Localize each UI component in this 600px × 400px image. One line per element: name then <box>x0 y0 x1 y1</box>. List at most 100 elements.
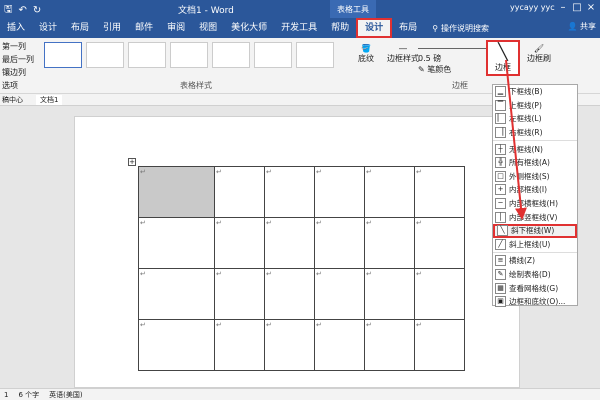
border-styles-icon: ― <box>399 44 407 53</box>
menu-item-all-borders[interactable]: ╬ 所有框线(A) <box>493 156 577 170</box>
table-cell[interactable]: ↵ <box>264 166 315 218</box>
menu-item-label: 内部框线(I) <box>509 185 548 195</box>
table-cell[interactable]: ↵ <box>414 268 465 320</box>
menu-item-inside-horizontal[interactable]: ─ 内部横框线(H) <box>493 197 577 211</box>
tab-insert[interactable]: 插入 <box>0 18 32 38</box>
table-cell[interactable]: ↵ <box>138 268 215 320</box>
table-style-thumb[interactable] <box>254 42 292 68</box>
menu-item-diagonal-down[interactable]: ╲ 斜下框线(W) <box>493 223 577 238</box>
banded-columns-option[interactable]: 镶边列 <box>2 66 34 79</box>
tab-table-layout[interactable]: 布局 <box>392 18 424 38</box>
options-group-label: 选项 <box>2 81 18 90</box>
share-button[interactable]: 👤 共享 <box>567 21 596 32</box>
borders-button[interactable]: ╲ 边框 <box>486 40 520 76</box>
tab-developer[interactable]: 开发工具 <box>274 18 324 38</box>
table-cell[interactable]: ↵ <box>264 319 315 371</box>
tab-beautify[interactable]: 美化大师 <box>224 18 274 38</box>
pen-color-button[interactable]: ✎ 笔颜色 <box>418 64 488 75</box>
doc-tab-left[interactable]: 稿中心 <box>2 95 23 105</box>
table-cell[interactable]: ↵ <box>414 166 465 218</box>
menu-item-draw-table[interactable]: ✎ 绘制表格(D) <box>493 268 577 282</box>
line-weight-value[interactable]: 0.5 磅 <box>418 53 488 64</box>
line-style-picker[interactable]: 0.5 磅 ✎ 笔颜色 <box>418 44 488 75</box>
table-cell[interactable]: ↵ <box>264 268 315 320</box>
tab-design[interactable]: 设计 <box>32 18 64 38</box>
table-cell[interactable]: ↵ <box>214 217 265 269</box>
last-column-option[interactable]: 最后一列 <box>2 53 34 66</box>
table-cell[interactable]: ↵ <box>138 217 215 269</box>
borders-label: 边框 <box>495 63 511 72</box>
menu-item-borders-shading[interactable]: ▣ 边框和底纹(O)... <box>493 295 577 309</box>
word-count[interactable]: 6 个字 <box>18 390 39 400</box>
table-row: ↵ ↵ ↵ ↵ ↵ ↵ <box>138 217 465 269</box>
menu-item-right-border[interactable]: ▕ 右框线(R) <box>493 126 577 140</box>
tell-me-search[interactable]: ⚲ 操作说明搜索 <box>432 23 489 34</box>
menu-item-diagonal-up[interactable]: ╱ 斜上框线(U) <box>493 238 577 252</box>
border-painter-button[interactable]: 🖌 边框刷 <box>522 44 556 64</box>
table-move-handle[interactable]: + <box>128 158 136 166</box>
table-style-thumb[interactable] <box>86 42 124 68</box>
table-cell[interactable]: ↵ <box>214 166 265 218</box>
first-column-option[interactable]: 第一列 <box>2 40 34 53</box>
table-cell[interactable]: ↵ <box>138 319 215 371</box>
table-cell[interactable]: ↵ <box>264 217 315 269</box>
border-styles-button[interactable]: ― 边框样式 <box>386 44 420 64</box>
menu-item-view-gridlines[interactable]: ▦ 查看网格线(G) <box>493 281 577 295</box>
menu-item-top-border[interactable]: ▔ 上框线(P) <box>493 99 577 113</box>
menu-item-horizontal-line[interactable]: ≡ 横线(Z) <box>493 254 577 268</box>
person-icon: 👤 <box>567 22 578 31</box>
context-tab-group: 表格工具 <box>330 0 376 18</box>
menu-item-outside-borders[interactable]: □ 外侧框线(S) <box>493 170 577 184</box>
menu-item-label: 左框线(L) <box>509 114 542 124</box>
tab-help[interactable]: 帮助 <box>324 18 356 38</box>
table-cell[interactable]: ↵ <box>364 166 415 218</box>
table-cell[interactable]: ↵ <box>214 319 265 371</box>
tab-references[interactable]: 引用 <box>96 18 128 38</box>
language[interactable]: 英语(美国) <box>49 390 82 400</box>
table-style-thumb[interactable] <box>44 42 82 68</box>
table-cell[interactable]: ↵ <box>364 319 415 371</box>
redo-icon[interactable]: ↻ <box>33 5 41 16</box>
borders-group-label: 边框 <box>452 81 468 90</box>
shading-button[interactable]: 🪣 底纹 <box>352 44 380 64</box>
table-cell[interactable]: ↵ <box>214 268 265 320</box>
table-cell[interactable]: ↵ <box>314 217 365 269</box>
search-label: 操作说明搜索 <box>441 23 490 33</box>
tab-layout[interactable]: 布局 <box>64 18 96 38</box>
menu-item-bottom-border[interactable]: ▁ 下框线(B) <box>493 85 577 99</box>
table-style-thumb[interactable] <box>170 42 208 68</box>
minimize-icon[interactable]: – <box>558 2 568 14</box>
save-icon[interactable]: 🖫 <box>4 2 13 19</box>
table-cell[interactable]: ↵ <box>314 166 365 218</box>
document-table[interactable]: ↵ ↵ ↵ ↵ ↵ ↵ ↵ ↵ ↵ ↵ ↵ ↵ ↵ ↵ ↵ ↵ ↵ ↵ ↵ ↵ … <box>138 166 465 371</box>
tab-review[interactable]: 审阅 <box>160 18 192 38</box>
tab-view[interactable]: 视图 <box>192 18 224 38</box>
table-style-thumb[interactable] <box>128 42 166 68</box>
right-border-icon: ▕ <box>495 127 506 139</box>
menu-item-inside-borders[interactable]: + 内部框线(I) <box>493 183 577 197</box>
tab-table-design[interactable]: 设计 <box>356 18 393 38</box>
menu-item-label: 斜下框线(W) <box>511 226 555 236</box>
table-cell[interactable]: ↵ <box>314 268 365 320</box>
doc-tab[interactable]: 文档1 <box>36 95 63 105</box>
user-name[interactable]: yycayy yyc <box>510 3 555 12</box>
table-style-options: 第一列 最后一列 镶边列 选项 <box>2 40 34 92</box>
menu-item-label: 外侧框线(S) <box>509 171 550 181</box>
table-cell[interactable]: ↵ <box>414 319 465 371</box>
menu-item-label: 横线(Z) <box>509 256 535 266</box>
table-cell[interactable]: ↵ <box>364 217 415 269</box>
menu-item-left-border[interactable]: ▏ 左框线(L) <box>493 112 577 126</box>
undo-icon[interactable]: ↶ <box>19 5 27 16</box>
menu-item-inside-vertical[interactable]: │ 内部竖框线(V) <box>493 210 577 224</box>
table-cell[interactable]: ↵ <box>364 268 415 320</box>
close-icon[interactable]: × <box>586 2 596 14</box>
maximize-icon[interactable]: □ <box>572 2 582 14</box>
table-cell[interactable]: ↵ <box>314 319 365 371</box>
paint-bucket-icon: 🪣 <box>361 44 371 53</box>
table-style-thumb[interactable] <box>212 42 250 68</box>
table-cell[interactable]: ↵ <box>414 217 465 269</box>
table-style-thumb[interactable] <box>296 42 334 68</box>
tab-mailings[interactable]: 邮件 <box>128 18 160 38</box>
menu-item-no-border[interactable]: ┼ 无框线(N) <box>493 142 577 156</box>
table-cell[interactable]: ↵ <box>138 166 215 218</box>
